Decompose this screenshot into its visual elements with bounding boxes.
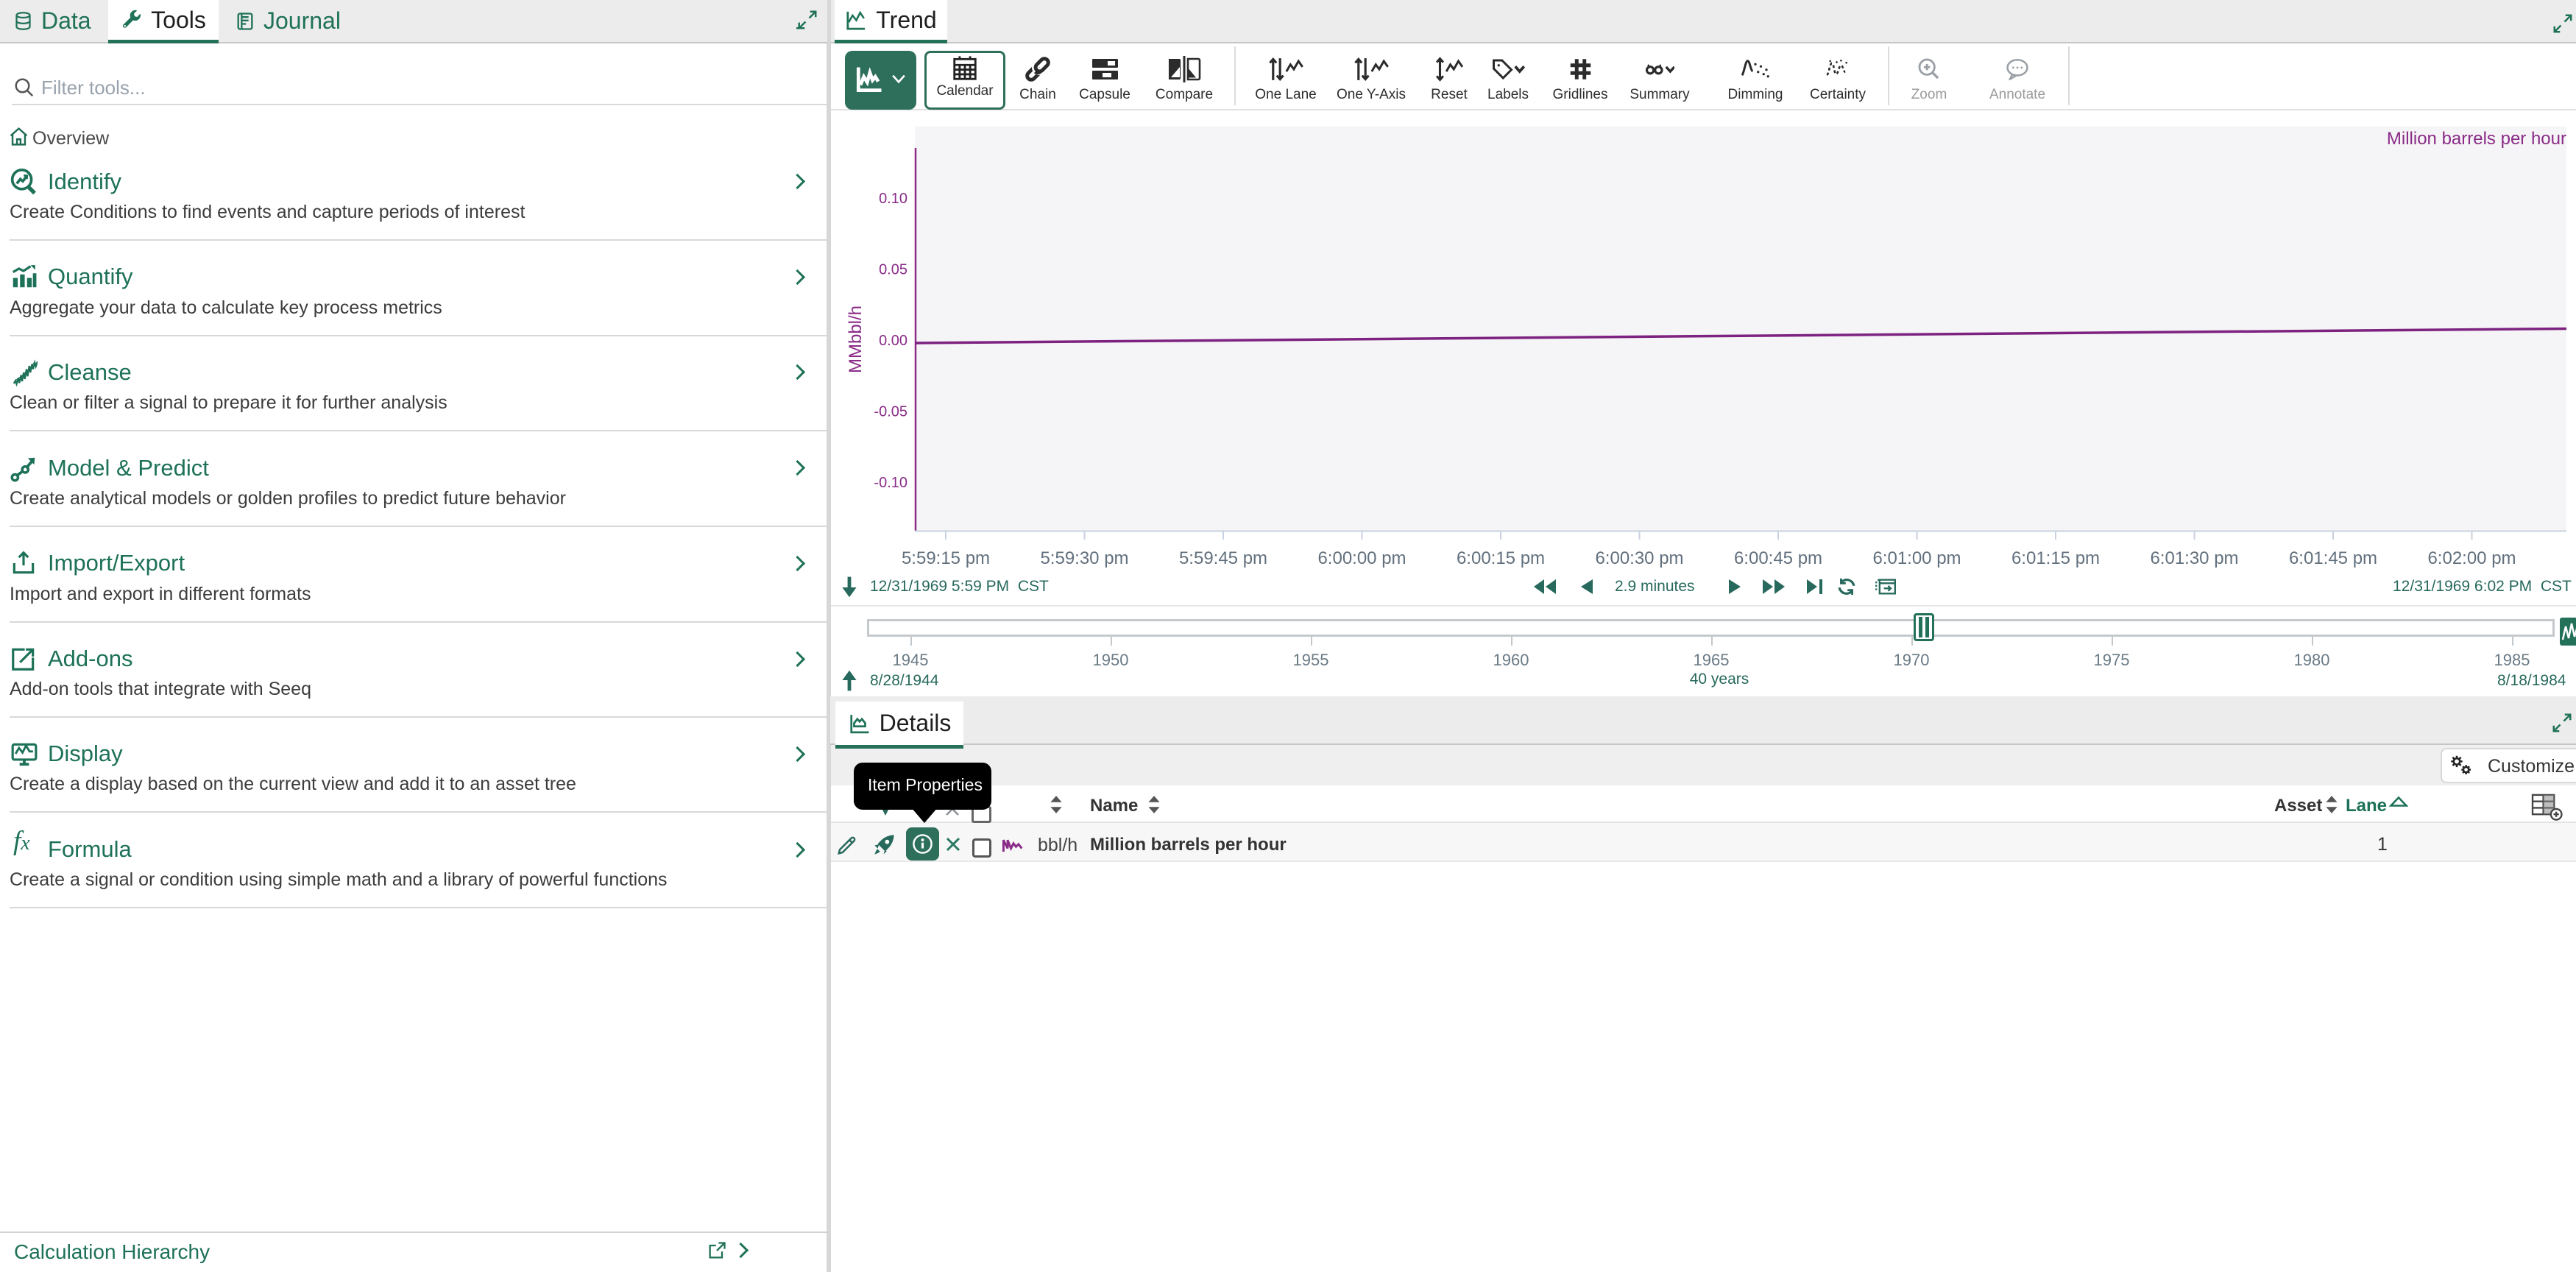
svg-text:0.10: 0.10 [879, 191, 907, 207]
svg-text:6:02:00 pm: 6:02:00 pm [2427, 548, 2516, 568]
svg-text:-0.05: -0.05 [874, 404, 907, 420]
svg-text:6:00:15 pm: 6:00:15 pm [1457, 548, 1545, 568]
svg-text:-0.10: -0.10 [874, 475, 907, 491]
svg-text:5:59:15 pm: 5:59:15 pm [902, 548, 990, 568]
svg-text:6:00:45 pm: 6:00:45 pm [1734, 548, 1822, 568]
svg-text:Million barrels per hour: Million barrels per hour [2387, 129, 2566, 149]
svg-text:0.05: 0.05 [879, 262, 907, 278]
svg-text:6:01:00 pm: 6:01:00 pm [1872, 548, 1961, 568]
svg-text:6:00:30 pm: 6:00:30 pm [1595, 548, 1683, 568]
svg-text:6:01:15 pm: 6:01:15 pm [2011, 548, 2100, 568]
svg-text:6:00:00 pm: 6:00:00 pm [1317, 548, 1406, 568]
svg-text:0.00: 0.00 [879, 333, 907, 349]
svg-text:5:59:45 pm: 5:59:45 pm [1179, 548, 1267, 568]
svg-text:6:01:45 pm: 6:01:45 pm [2289, 548, 2377, 568]
svg-text:6:01:30 pm: 6:01:30 pm [2150, 548, 2238, 568]
svg-text:5:59:30 pm: 5:59:30 pm [1040, 548, 1128, 568]
svg-text:MMbbl/h: MMbbl/h [846, 305, 866, 373]
